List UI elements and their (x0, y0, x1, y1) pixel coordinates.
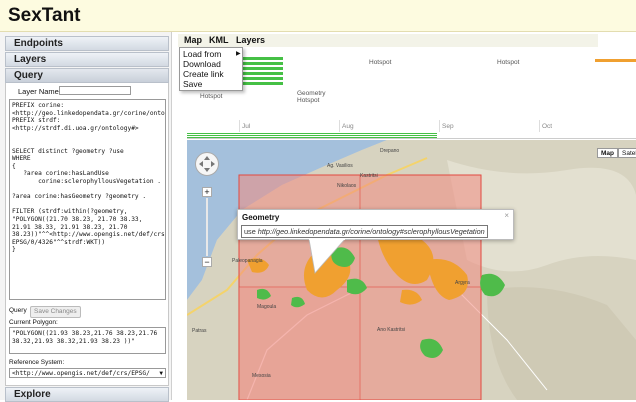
place-label: Patras (192, 328, 207, 334)
zoom-in-button[interactable]: + (202, 187, 212, 197)
query-button[interactable]: Query (9, 306, 27, 316)
menu-create-link[interactable]: Create link (183, 69, 224, 79)
timeline-month: Aug (342, 123, 354, 130)
menu-map[interactable]: Map (184, 35, 202, 45)
reference-system-label: Reference System: (9, 359, 65, 366)
map-type-control: Map Satel (597, 148, 636, 158)
sparql-query-textarea[interactable]: PREFIX corine: <http://geo.linkedopendat… (9, 99, 166, 300)
map-type-satellite-button[interactable]: Satel (618, 148, 636, 158)
zoom-out-button[interactable]: − (202, 257, 212, 267)
close-icon[interactable]: × (504, 211, 509, 220)
menu-layers[interactable]: Layers (236, 35, 265, 45)
timeline-tick (339, 120, 340, 132)
reference-system-select[interactable]: <http://www.opengis.net/def/crs/EPSG/ ▼ (9, 368, 166, 378)
app-title: SexTant (8, 5, 81, 26)
map-type-map-button[interactable]: Map (597, 148, 618, 158)
accordion-endpoints[interactable]: Endpoints (5, 36, 169, 51)
current-polygon-textarea[interactable]: "POLYGON((21.93 38.23,21.76 38.23,21.76 … (9, 327, 166, 354)
pan-control[interactable] (195, 152, 219, 176)
reference-system-value: <http://www.opengis.net/def/crs/EPSG/ (12, 370, 150, 377)
timeline-event[interactable] (243, 62, 283, 65)
save-changes-button[interactable]: Save Changes (30, 306, 81, 318)
place-label: Mesosia (252, 373, 271, 379)
pan-arrows-icon (199, 156, 215, 172)
timeline-label: Hotspot (200, 93, 223, 100)
chevron-down-icon: ▼ (159, 370, 163, 377)
popup-title: Geometry (242, 213, 280, 222)
map-view[interactable]: Map Satel + − Ag. Vasilios Kastritsi Nik… (187, 140, 636, 400)
timeline-label: Hotspot (497, 59, 520, 66)
place-label: Nikolaos (337, 183, 357, 189)
query-panel: Layer Name: PREFIX corine: <http://geo.l… (5, 83, 169, 386)
layer-name-label: Layer Name: (18, 87, 61, 96)
place-label: Argyra (455, 280, 470, 286)
menu-kml[interactable]: KML (209, 35, 229, 45)
app-header: SexTant (0, 0, 636, 32)
popup-value-uri[interactable]: http://geo.linkedopendata.gr/corine/onto… (258, 227, 485, 236)
timeline[interactable]: Hotspot Hotspot Hotspot Geometry Hotspot… (187, 50, 636, 139)
timeline-label: Hotspot (369, 59, 392, 66)
timeline-tick (239, 120, 240, 132)
timeline-tick (539, 120, 540, 132)
timeline-event[interactable] (243, 67, 283, 70)
chevron-right-icon: ▶ (236, 51, 241, 57)
place-label: Ag. Vasilios (327, 163, 353, 169)
timeline-overview (187, 135, 437, 136)
map-canvas (187, 140, 636, 400)
timeline-month: Jul (242, 123, 251, 130)
place-label: Magoula (257, 304, 277, 310)
place-label: Kastritsi (360, 173, 378, 179)
zoom-slider[interactable] (206, 198, 208, 256)
sidebar: Endpoints Layers Query Layer Name: PREFI… (0, 32, 172, 402)
timeline-event[interactable] (243, 72, 283, 75)
timeline-overview (187, 137, 437, 138)
timeline-event[interactable] (243, 77, 283, 80)
layer-name-input[interactable] (59, 86, 131, 95)
place-label: Ano Kastritsi (377, 327, 406, 333)
menu-download[interactable]: Download (183, 59, 221, 69)
map-menu-dropdown: Load from ▶ Download Create link Save (179, 47, 243, 91)
timeline-month: Sep (442, 123, 454, 130)
timeline-overview (187, 133, 437, 134)
timeline-month: Oct (542, 123, 553, 130)
menu-save[interactable]: Save (183, 79, 202, 89)
popup-value: use http://geo.linkedopendata.gr/corine/… (241, 225, 488, 238)
place-label: Paleopanagia (232, 258, 263, 264)
timeline-label: Hotspot (297, 97, 320, 104)
feature-info-popup: Geometry × use http://geo.linkedopendata… (237, 209, 514, 240)
timeline-event-orange[interactable] (595, 59, 636, 62)
menubar: Map KML Layers (178, 34, 598, 47)
timeline-event[interactable] (243, 57, 283, 60)
menu-load-from[interactable]: Load from (183, 49, 221, 59)
accordion-query[interactable]: Query (5, 68, 169, 83)
timeline-event[interactable] (243, 82, 283, 85)
current-polygon-label: Current Polygon: (9, 319, 58, 326)
timeline-tick (439, 120, 440, 132)
popup-value-key: use (244, 227, 256, 236)
place-label: Drepano (380, 148, 400, 154)
popup-pointer (308, 239, 346, 274)
timeline-label: Geometry (297, 90, 326, 97)
accordion-layers[interactable]: Layers (5, 52, 169, 67)
